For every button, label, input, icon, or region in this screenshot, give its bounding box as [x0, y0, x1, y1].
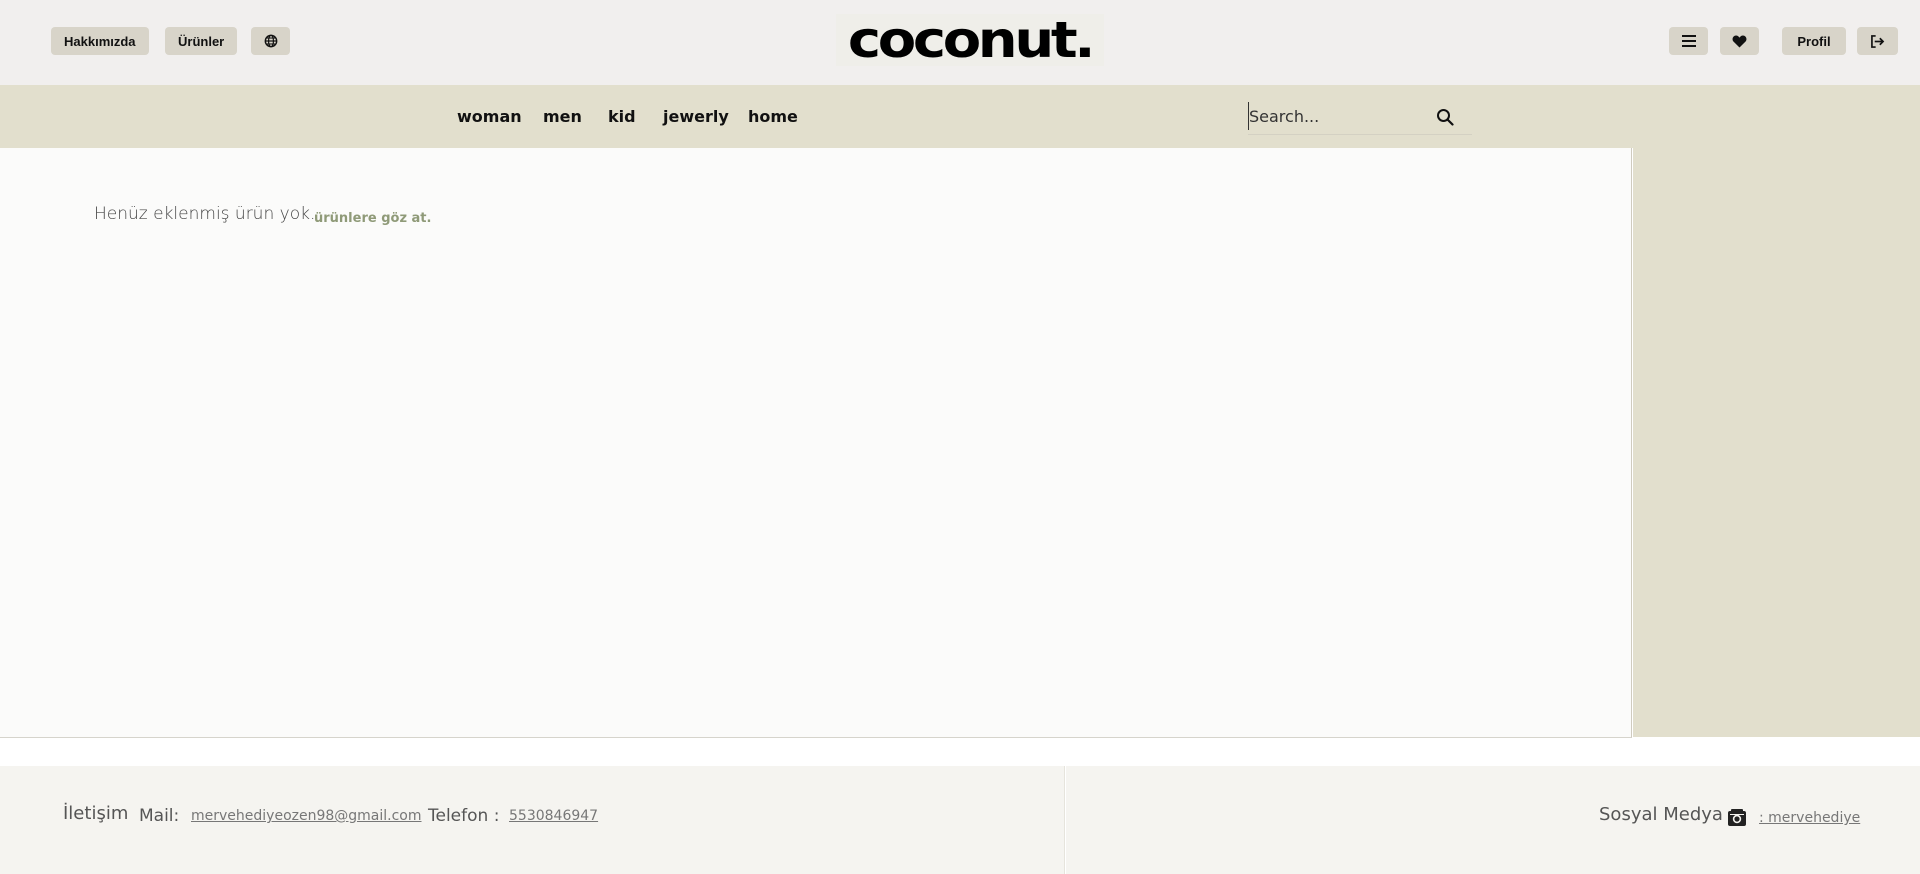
sign-out-icon [1871, 34, 1885, 48]
menu-button[interactable] [1669, 27, 1708, 55]
logout-button[interactable] [1857, 27, 1898, 55]
phone-link[interactable]: 5530846947 [509, 808, 598, 824]
top-header: Hakkımızda Ürünler coconut. Profil [0, 0, 1920, 85]
mail-link[interactable]: mervehediyeozen98@gmail.com [191, 808, 422, 824]
side-panel [1633, 148, 1920, 737]
favorites-button[interactable] [1720, 27, 1759, 55]
brand-logo[interactable]: coconut. [836, 14, 1104, 66]
category-home[interactable]: home [748, 107, 798, 126]
empty-cart-message: Henüz eklenmiş ürün yok. [94, 204, 316, 224]
footer-contact: İletişim Mail: mervehediyeozen98@gmail.c… [0, 766, 1065, 874]
instagram-handle-link[interactable]: : mervehediye [1759, 810, 1860, 826]
profile-button[interactable]: Profil [1782, 27, 1846, 55]
mail-label: Mail: [139, 806, 180, 826]
search-icon [1437, 109, 1454, 126]
about-button[interactable]: Hakkımızda [51, 27, 149, 55]
category-kid[interactable]: kid [608, 107, 636, 126]
category-men[interactable]: men [543, 107, 582, 126]
search-input[interactable] [1248, 102, 1428, 130]
search-button[interactable] [1432, 104, 1458, 130]
hamburger-menu-icon [1681, 35, 1696, 47]
products-button[interactable]: Ürünler [165, 27, 238, 55]
logo-text: coconut. [847, 11, 1096, 69]
heart-icon [1732, 35, 1747, 48]
category-nav: woman men kid jewerly home [0, 85, 1920, 148]
cart-content: Henüz eklenmiş ürün yok. ürünlere göz at… [0, 148, 1632, 738]
search-box [1248, 98, 1472, 135]
instagram-link-icon[interactable] [1727, 808, 1747, 828]
globe-icon [264, 34, 277, 48]
category-jewerly[interactable]: jewerly [663, 107, 729, 126]
browse-products-link[interactable]: ürünlere göz at. [314, 211, 431, 226]
language-button[interactable] [251, 27, 290, 55]
footer-social: Sosyal Medya : mervehediye [1066, 766, 1920, 874]
category-woman[interactable]: woman [457, 107, 522, 126]
social-title: Sosyal Medya [1599, 804, 1723, 825]
contact-title: İletişim [63, 803, 129, 824]
instagram-icon [1728, 809, 1746, 826]
phone-label: Telefon : [428, 806, 500, 826]
